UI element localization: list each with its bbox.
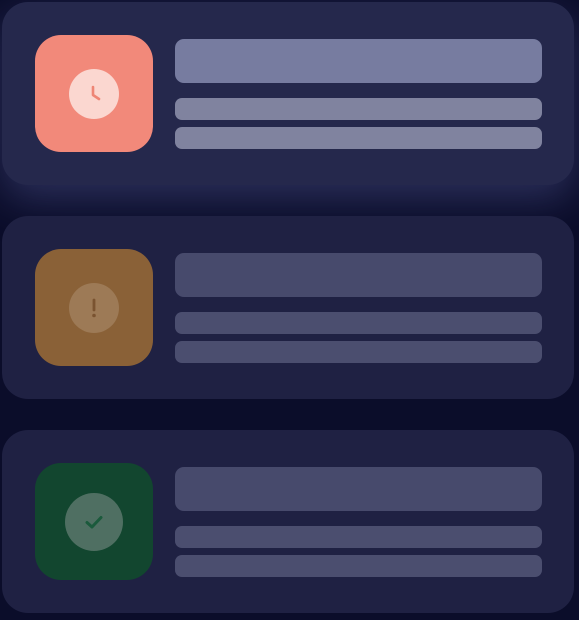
- exclamation-glyph: [92, 298, 96, 317]
- clock-glyph: [91, 85, 101, 100]
- notification-text-placeholder-1: [175, 98, 542, 120]
- notification-card-pending[interactable]: [2, 2, 574, 185]
- notification-title-placeholder: [175, 39, 542, 83]
- clock-icon: [69, 68, 119, 119]
- notification-card-warning[interactable]: [2, 216, 574, 399]
- status-tile-pending: [35, 35, 153, 152]
- notification-text-placeholder-2: [175, 341, 542, 363]
- notification-title-placeholder: [175, 253, 542, 297]
- checkmark-glyph: [85, 515, 103, 528]
- notification-title-placeholder: [175, 467, 542, 511]
- notification-text-placeholder-2: [175, 555, 542, 577]
- status-tile-warning: [35, 249, 153, 366]
- notification-list: [0, 0, 579, 620]
- notification-text-placeholder-1: [175, 312, 542, 334]
- checkmark-icon: [65, 492, 123, 551]
- notification-text-placeholder-2: [175, 127, 542, 149]
- notification-card-success[interactable]: [2, 430, 574, 613]
- notification-text-placeholder-1: [175, 526, 542, 548]
- status-tile-success: [35, 463, 153, 580]
- exclamation-icon: [69, 282, 119, 333]
